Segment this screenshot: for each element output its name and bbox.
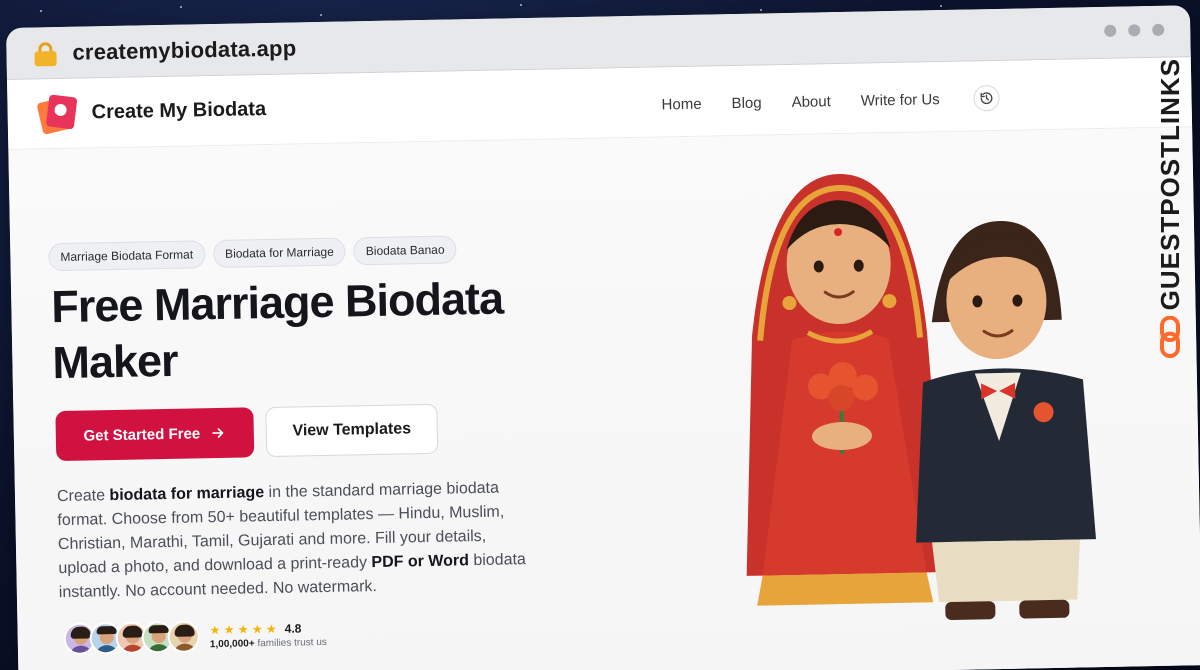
social-proof: ★ ★ ★ ★ ★ 4.8 1,00,000+ families trust u… [63, 618, 327, 656]
watermark-text: GUESTPOSTLINKS [1154, 58, 1185, 311]
window-dot-icon[interactable] [1104, 24, 1117, 37]
avatar [167, 620, 201, 654]
desc-bold-text: PDF or Word [371, 552, 470, 572]
families-text: families trust us [254, 636, 327, 649]
tag-chip[interactable]: Biodata for Marriage [212, 237, 347, 269]
guestpostlinks-watermark: GUESTPOSTLINKS [1150, 58, 1190, 358]
tag-chip[interactable]: Marriage Biodata Format [48, 240, 206, 272]
desc-bold-text: biodata for marriage [109, 484, 265, 505]
headline-line-1: Free Marriage Biodata [50, 272, 504, 333]
history-icon[interactable] [973, 84, 1000, 112]
tag-chip[interactable]: Biodata Banao [353, 235, 457, 266]
headline-line-2: Maker [51, 334, 178, 389]
trust-text: 1,00,000+ families trust us [210, 636, 327, 649]
hero-section: Marriage Biodata Format Biodata for Marr… [8, 127, 1200, 670]
couple-illustration [746, 174, 1097, 620]
brand-name[interactable]: Create My Biodata [91, 98, 266, 124]
nav-links: Home Blog About Write for Us [661, 84, 1000, 117]
brand-logo-icon[interactable] [36, 93, 78, 135]
nav-write-for-us-link[interactable]: Write for Us [861, 91, 940, 110]
nav-about-link[interactable]: About [791, 93, 831, 111]
browser-window: createmybiodata.app Create My Biodata Ho… [6, 5, 1200, 670]
window-dot-icon[interactable] [1128, 24, 1141, 37]
desc-text: Create [56, 487, 110, 506]
bride-figure [746, 174, 947, 606]
view-templates-button[interactable]: View Templates [265, 403, 439, 458]
star-rating-icon: ★ ★ ★ ★ ★ [209, 621, 277, 637]
hero-headline: Free Marriage Biodata Maker [51, 269, 573, 391]
rating-value: 4.8 [284, 620, 302, 636]
nav-blog-link[interactable]: Blog [731, 94, 761, 112]
keyword-tags: Marriage Biodata Format Biodata for Marr… [48, 235, 457, 272]
hero-description: Create biodata for marriage in the stand… [57, 476, 539, 605]
get-started-button[interactable]: Get Started Free [55, 407, 255, 462]
chain-link-icon [1159, 316, 1181, 358]
view-templates-label: View Templates [292, 420, 412, 440]
window-controls [1104, 23, 1165, 37]
url-text[interactable]: createmybiodata.app [72, 35, 296, 65]
window-dot-icon[interactable] [1152, 23, 1165, 36]
get-started-label: Get Started Free [83, 424, 201, 445]
user-avatars [63, 620, 201, 656]
arrow-right-icon [212, 428, 224, 438]
groom-figure [916, 220, 1097, 620]
rating-block: ★ ★ ★ ★ ★ 4.8 1,00,000+ families trust u… [209, 620, 327, 650]
lock-icon [34, 41, 57, 66]
nav-home-link[interactable]: Home [661, 95, 701, 113]
families-count: 1,00,000+ [209, 637, 255, 650]
